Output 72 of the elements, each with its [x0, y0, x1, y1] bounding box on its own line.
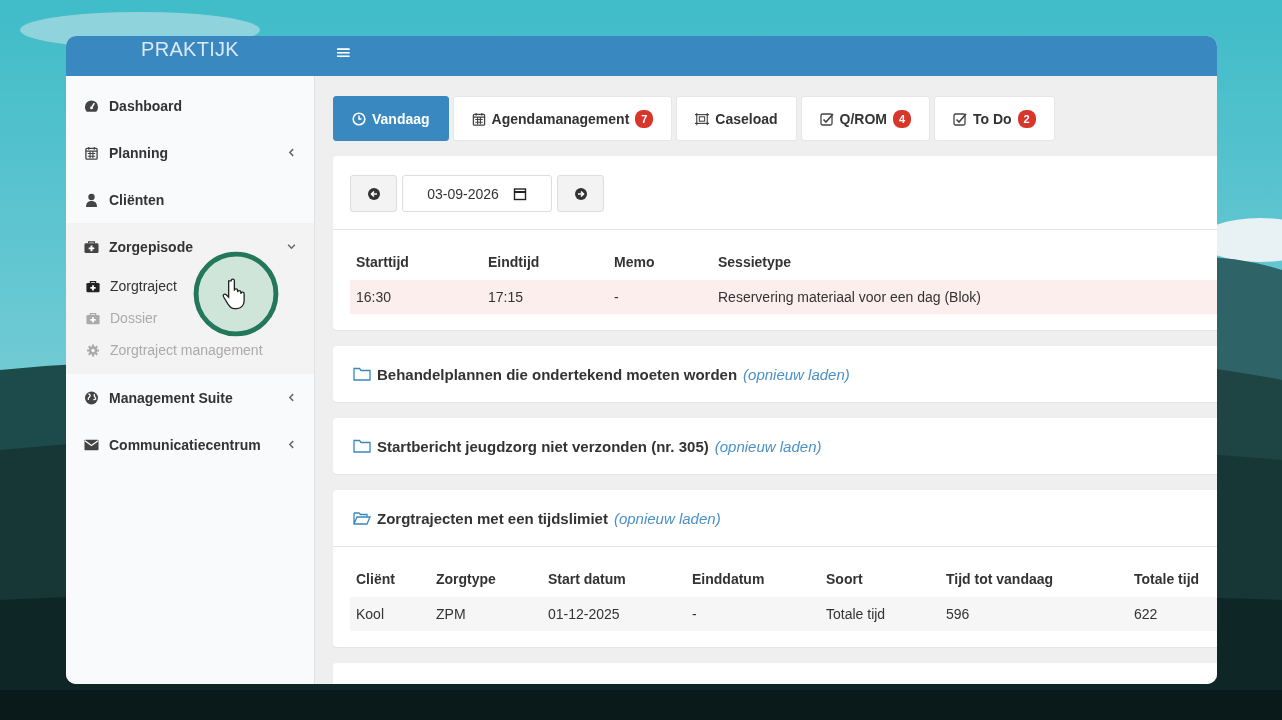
dashboard-icon	[84, 98, 99, 113]
folder-icon	[353, 367, 371, 381]
previous-day-button[interactable]	[350, 175, 397, 212]
calendar-icon	[512, 186, 527, 201]
table-cell: Kool	[350, 597, 430, 631]
column-header: Memo	[613, 254, 656, 272]
sidebar-item[interactable]: Planning	[66, 129, 314, 176]
reload-link[interactable]: (opnieuw laden)	[743, 365, 850, 383]
table-cell: 01-12-2025	[542, 597, 686, 631]
medkit-icon	[84, 239, 99, 254]
table-cell: -	[608, 280, 712, 314]
table-cell: 596	[940, 597, 1128, 631]
arrow-right-icon	[573, 186, 588, 201]
chevron-left-icon	[287, 393, 296, 402]
column-header: Start datum	[547, 571, 627, 589]
table-cell: 622	[1128, 597, 1217, 631]
tab[interactable]: Agendamanagement 7	[452, 96, 673, 141]
reload-link[interactable]: (opnieuw laden)	[613, 509, 721, 527]
medkit-icon	[86, 311, 100, 325]
panel-title: Zorgtrajecten met een tijdslimiet	[377, 509, 608, 527]
chevron-left-icon	[287, 440, 296, 449]
sidebar-subitem[interactable]: Zorgtraject	[66, 270, 314, 302]
reload-link[interactable]: (opnieuw laden)	[714, 437, 822, 455]
table-cell: 16:30	[350, 280, 482, 314]
calendar-icon	[84, 145, 99, 160]
medkit-icon	[86, 279, 100, 293]
count-badge: 2	[1017, 109, 1036, 128]
column-header: Starttijd	[355, 254, 410, 272]
table-cell: -	[686, 597, 820, 631]
column-header: Cliënt	[355, 571, 396, 589]
checkbox-icon	[819, 111, 834, 126]
chevron-down-icon	[287, 242, 296, 251]
column-header: Tijd tot vandaag	[945, 571, 1055, 589]
sidebar-item[interactable]: Zorgepisode	[66, 223, 314, 270]
sidebar-item[interactable]: Management Suite	[66, 374, 314, 421]
frame-icon	[695, 111, 710, 126]
column-header: Totale tijd	[1133, 571, 1201, 589]
sidebar-item[interactable]: Communicatiecentrum	[66, 421, 314, 468]
globe-icon	[84, 390, 99, 405]
clock-icon	[352, 111, 366, 126]
column-header: Soort	[825, 571, 864, 589]
table-cell: Totale tijd	[820, 597, 940, 631]
next-day-button[interactable]	[557, 175, 604, 212]
panel-title: Behandelplannen die ondertekend moeten worden	[377, 365, 738, 383]
calendar-icon	[471, 111, 486, 126]
table-cell: 17:15	[482, 280, 608, 314]
table-cell: ZPM	[430, 597, 542, 631]
gear-icon	[86, 343, 100, 357]
user-icon	[84, 192, 99, 207]
envelope-icon	[84, 437, 99, 452]
count-badge: 7	[635, 109, 654, 128]
table-cell: Reservering materiaal voor een dag (Blok)	[712, 280, 1217, 314]
column-header: Einddatum	[691, 571, 766, 589]
sidebar-item[interactable]: Dashboard	[66, 82, 314, 129]
checkbox-icon	[953, 111, 967, 126]
column-header: Zorgtype	[435, 571, 497, 589]
tab[interactable]: Caseload	[676, 96, 797, 141]
menu-button[interactable]: ≡	[329, 40, 358, 64]
sidebar-item[interactable]: Cliënten	[66, 176, 314, 223]
date-field[interactable]: 03-09-2026	[402, 175, 552, 212]
column-header: Eindtijd	[487, 254, 541, 272]
chevron-left-icon	[287, 148, 296, 157]
logo: PRAKTIJK	[141, 37, 239, 61]
open-folder-icon	[353, 511, 371, 525]
tab[interactable]: Vandaag	[333, 96, 449, 141]
arrow-left-icon	[366, 186, 381, 201]
count-badge: 4	[893, 109, 911, 128]
tab[interactable]: To Do 2	[934, 96, 1055, 141]
folder-icon	[353, 439, 371, 453]
panel-title: Startbericht jeugdzorg niet verzonden (nr. 305)	[377, 437, 709, 455]
column-header: Sessietype	[717, 254, 793, 272]
tab[interactable]: Q/ROM 4	[800, 96, 930, 141]
